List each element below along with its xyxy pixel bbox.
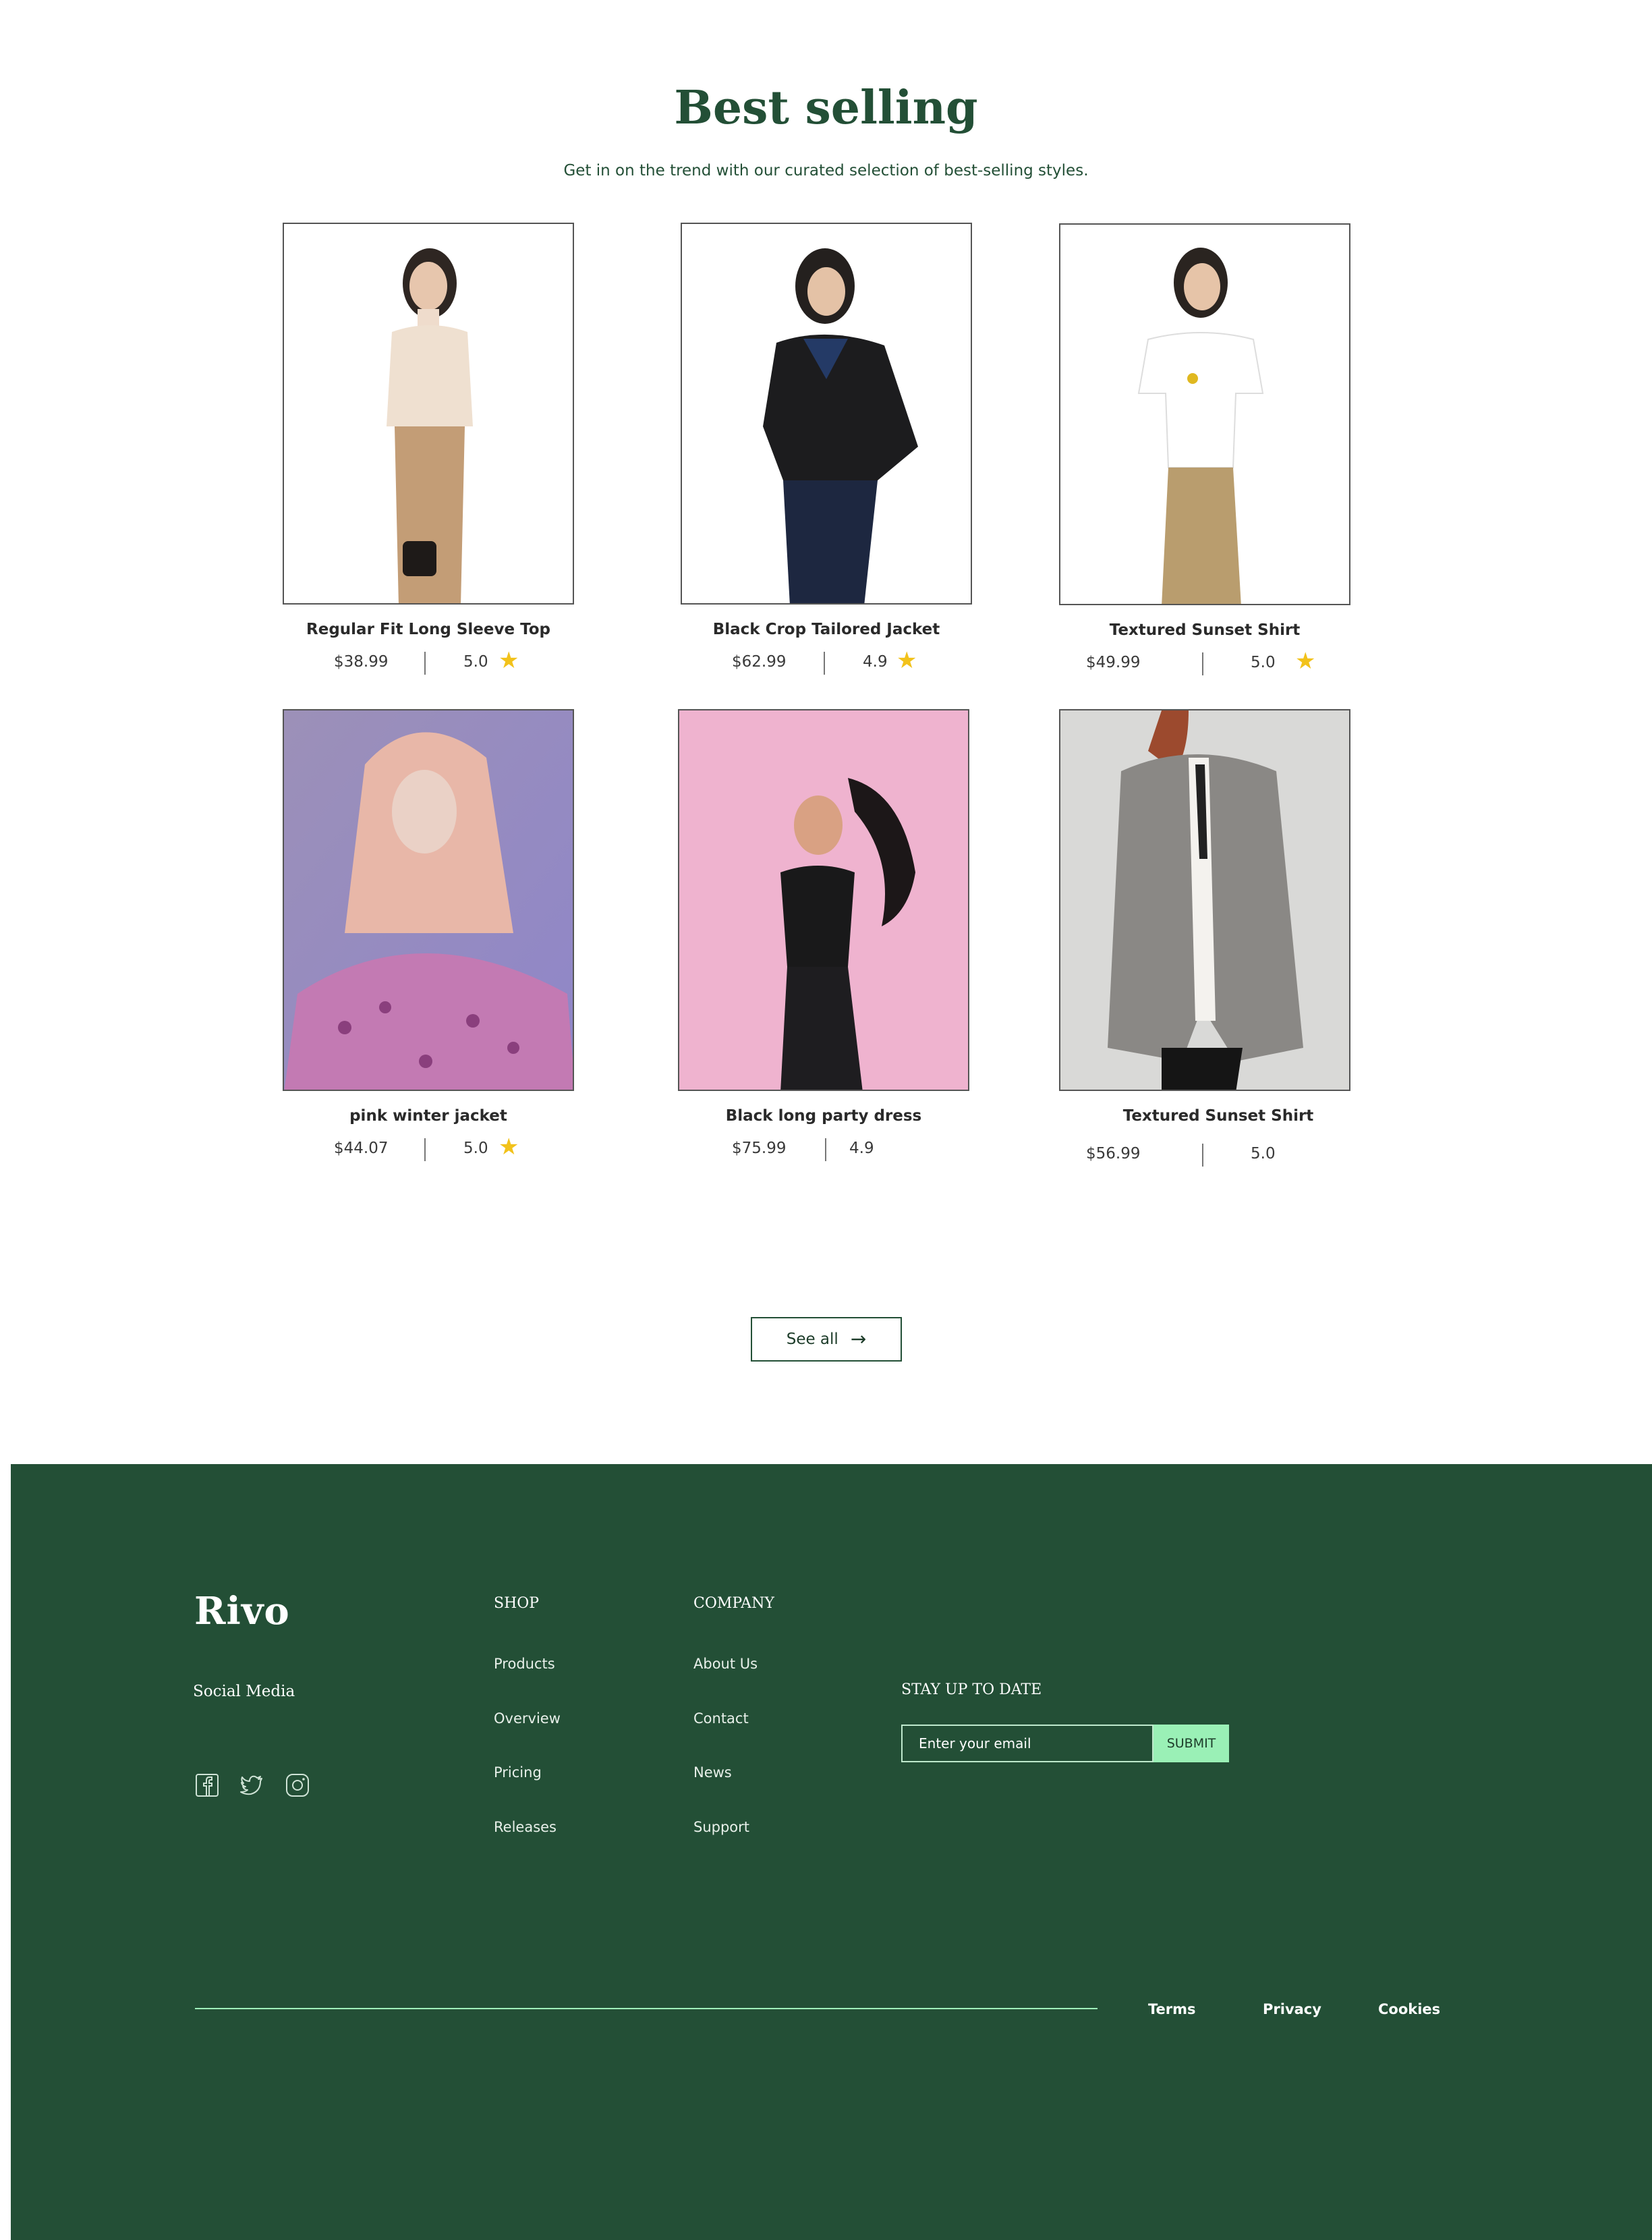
product-rating: 5.0 — [1251, 654, 1276, 671]
footer-link-news[interactable]: News — [693, 1764, 732, 1781]
star-icon: ★ — [499, 647, 519, 674]
footer-link-products[interactable]: Products — [494, 1656, 555, 1672]
product-price: $62.99 — [732, 653, 787, 671]
star-icon: ★ — [499, 1133, 519, 1160]
email-input[interactable] — [901, 1725, 1153, 1762]
product-image[interactable] — [283, 223, 574, 605]
product-price: $38.99 — [334, 653, 389, 671]
price-rating-divider — [825, 1138, 826, 1161]
product-title[interactable]: Regular Fit Long Sleeve Top — [283, 621, 574, 638]
product-rating: 4.9 — [863, 653, 888, 671]
price-rating-divider — [424, 652, 426, 675]
product-image[interactable] — [678, 709, 969, 1091]
newsletter-title: STAY UP TO DATE — [901, 1681, 1042, 1698]
product-price: $44.07 — [334, 1140, 389, 1157]
privacy-link[interactable]: Privacy — [1263, 2001, 1321, 2017]
submit-button[interactable]: SUBMIT — [1153, 1725, 1229, 1762]
product-image[interactable] — [681, 223, 972, 605]
instagram-icon[interactable] — [285, 1772, 310, 1798]
product-price: $75.99 — [732, 1140, 787, 1157]
shop-column-title: SHOP — [494, 1595, 540, 1612]
twitter-icon[interactable] — [239, 1772, 264, 1798]
footer-divider — [195, 2008, 1098, 2009]
product-image[interactable] — [1059, 709, 1350, 1091]
footer-link-overview[interactable]: Overview — [494, 1710, 561, 1727]
star-icon: ★ — [1295, 648, 1316, 675]
price-rating-divider — [1202, 1144, 1203, 1167]
footer-link-contact[interactable]: Contact — [693, 1710, 749, 1727]
price-rating-divider — [424, 1138, 426, 1161]
footer — [11, 1464, 1652, 2240]
product-title[interactable]: Black Crop Tailored Jacket — [681, 621, 972, 638]
star-icon: ★ — [896, 647, 917, 674]
social-media-label: Social Media — [193, 1683, 295, 1700]
footer-link-support[interactable]: Support — [693, 1819, 749, 1835]
see-all-button[interactable]: See all → — [751, 1317, 902, 1362]
price-rating-divider — [824, 652, 825, 675]
section-subtitle: Get in on the trend with our curated sel… — [563, 162, 1089, 179]
product-title[interactable]: pink winter jacket — [283, 1107, 574, 1125]
terms-link[interactable]: Terms — [1148, 2001, 1196, 2017]
arrow-right-icon: → — [850, 1328, 867, 1350]
product-image[interactable] — [283, 709, 574, 1091]
section-title: Best selling — [674, 81, 978, 135]
footer-link-pricing[interactable]: Pricing — [494, 1764, 542, 1781]
see-all-label: See all — [786, 1331, 838, 1348]
footer-logo[interactable]: Rivo — [194, 1589, 290, 1633]
product-rating: 5.0 — [463, 653, 488, 671]
footer-link-releases[interactable]: Releases — [494, 1819, 557, 1835]
footer-link-about-us[interactable]: About Us — [693, 1656, 758, 1672]
product-image[interactable] — [1059, 223, 1350, 605]
company-column-title: COMPANY — [693, 1595, 774, 1612]
product-title[interactable]: Textured Sunset Shirt — [1073, 1107, 1364, 1125]
product-rating: 5.0 — [463, 1140, 488, 1157]
product-title[interactable]: Textured Sunset Shirt — [1059, 621, 1350, 639]
cookies-link[interactable]: Cookies — [1378, 2001, 1440, 2017]
product-price: $49.99 — [1086, 654, 1141, 671]
product-rating: 4.9 — [849, 1140, 874, 1157]
facebook-icon[interactable] — [194, 1772, 220, 1798]
product-price: $56.99 — [1086, 1145, 1141, 1163]
product-rating: 5.0 — [1251, 1145, 1276, 1163]
product-title[interactable]: Black long party dress — [678, 1107, 969, 1125]
price-rating-divider — [1202, 652, 1203, 675]
